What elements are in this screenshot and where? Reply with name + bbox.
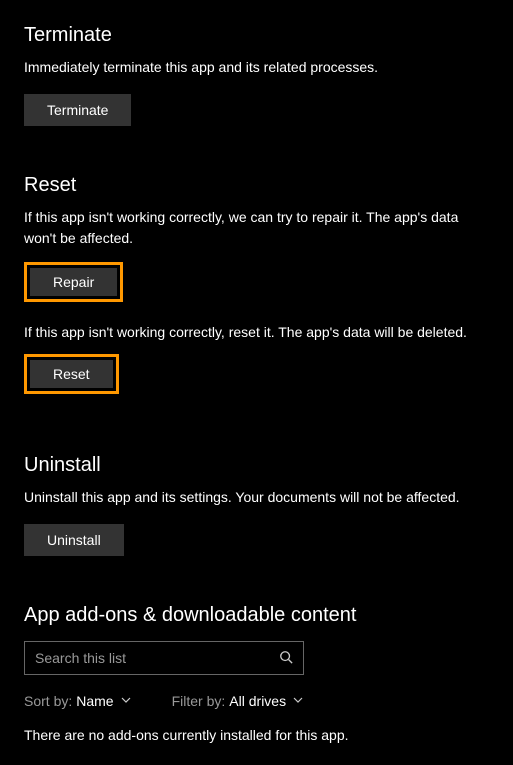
filter-dropdown[interactable]: All drives (229, 693, 304, 709)
filter-group: Filter by: All drives (172, 693, 304, 709)
repair-button[interactable]: Repair (30, 268, 117, 296)
addons-heading: App add-ons & downloadable content (24, 604, 489, 627)
filter-label: Filter by: (172, 693, 226, 709)
uninstall-desc: Uninstall this app and its settings. You… (24, 487, 489, 508)
reset-highlight: Reset (24, 354, 119, 394)
sort-dropdown[interactable]: Name (76, 693, 131, 709)
reset-section: Reset If this app isn't working correctl… (24, 174, 489, 406)
filter-value: All drives (229, 693, 286, 709)
repair-desc: If this app isn't working correctly, we … (24, 207, 489, 249)
addons-search-box (24, 641, 304, 675)
sort-label: Sort by: (24, 693, 72, 709)
uninstall-button[interactable]: Uninstall (24, 524, 124, 556)
terminate-button[interactable]: Terminate (24, 94, 131, 126)
search-input[interactable] (25, 642, 269, 674)
filters-row: Sort by: Name Filter by: All drives (24, 693, 489, 709)
chevron-down-icon (292, 693, 304, 709)
reset-heading: Reset (24, 174, 489, 197)
terminate-heading: Terminate (24, 24, 489, 47)
search-icon (279, 650, 293, 667)
addons-section: App add-ons & downloadable content Sort … (24, 604, 489, 743)
terminate-desc: Immediately terminate this app and its r… (24, 57, 489, 78)
sort-group: Sort by: Name (24, 693, 132, 709)
reset-button[interactable]: Reset (30, 360, 113, 388)
sort-value: Name (76, 693, 113, 709)
reset-desc: If this app isn't working correctly, res… (24, 322, 489, 343)
uninstall-heading: Uninstall (24, 454, 489, 477)
chevron-down-icon (120, 693, 132, 709)
terminate-section: Terminate Immediately terminate this app… (24, 24, 489, 126)
repair-highlight: Repair (24, 262, 123, 302)
addons-empty-text: There are no add-ons currently installed… (24, 727, 489, 743)
uninstall-section: Uninstall Uninstall this app and its set… (24, 454, 489, 556)
search-button[interactable] (269, 644, 303, 673)
